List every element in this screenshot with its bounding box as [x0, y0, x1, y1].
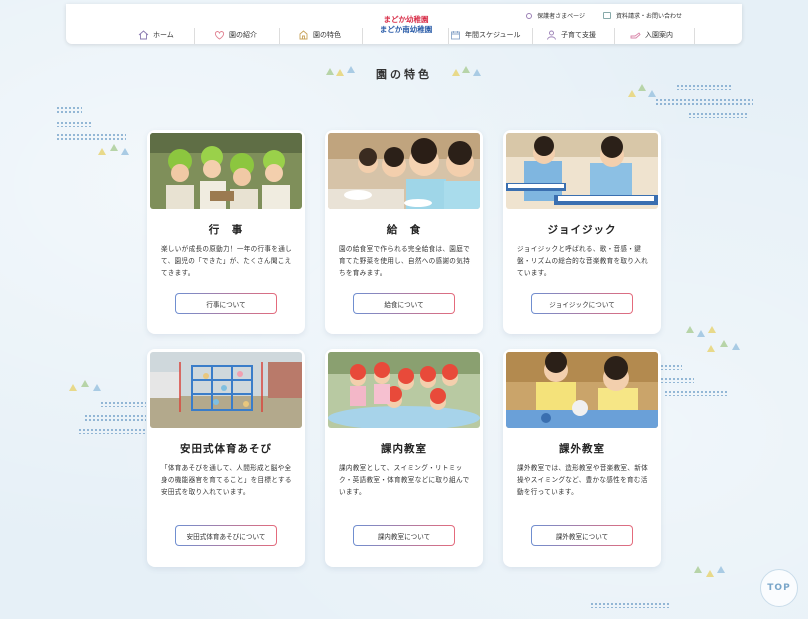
after-class-more-button[interactable]: 課外教室について — [531, 525, 633, 546]
decor-triangle — [717, 566, 725, 573]
decor-triangle — [706, 570, 714, 577]
nav-item-home[interactable]: ホーム — [130, 26, 182, 44]
decor-dots — [56, 106, 82, 113]
nav-label: 年間スケジュール — [465, 31, 521, 39]
card-description: 楽しいが成長の原動力！一年の行事を通して、園児の「できた」が、たくさん聞こえてき… — [161, 245, 292, 277]
card-description: 課外教室では、造形教室や音楽教室、新体操やスイミングなど、豊かな感性を育む活動を… — [517, 464, 648, 496]
decor-triangle — [110, 144, 118, 151]
decor-triangle — [697, 330, 705, 337]
card-title: 課外教室 — [559, 443, 605, 455]
in-class-more-button[interactable]: 課内教室について — [353, 525, 455, 546]
in-class-photo — [328, 352, 480, 428]
user-icon — [526, 12, 533, 19]
decor-triangle — [732, 343, 740, 350]
nav-item-about[interactable]: 園の紹介 — [206, 26, 265, 44]
decor-dots — [660, 364, 682, 370]
site-header: 保護者さまページ 資料請求・お問い合わせ まどか幼稚園 まどか南幼稚園 ホーム … — [66, 4, 742, 44]
decor-triangle — [707, 345, 715, 352]
joyjic-photo — [506, 133, 658, 209]
decor-triangle — [648, 90, 656, 97]
feature-card-joyjic: ジョイジック ジョイジックと呼ばれる、歌・音感・鍵盤・リズムの総合的な音楽教育を… — [503, 130, 661, 334]
home-icon — [138, 30, 149, 40]
hand-icon — [630, 32, 641, 39]
decor-triangle — [93, 384, 101, 391]
decor-dots — [655, 98, 753, 105]
nav-divider — [194, 28, 195, 44]
joyjic-more-button[interactable]: ジョイジックについて — [531, 293, 633, 314]
decor-triangle — [686, 326, 694, 333]
people-icon — [547, 30, 556, 40]
logo-line-1: まどか幼稚園 — [383, 15, 429, 24]
decor-triangle — [69, 384, 77, 391]
decor-dots — [676, 84, 732, 90]
contact-link[interactable]: 資料請求・お問い合わせ — [602, 11, 682, 20]
card-description: 園の給食室で作られる完全給食は、園庭で育てた野菜を使用し、自然への感謝の気持ちを… — [339, 245, 470, 277]
nav-label: 入園案内 — [645, 31, 673, 39]
decor-dots — [78, 428, 146, 434]
events-photo — [150, 133, 302, 209]
decor-dots — [688, 112, 748, 118]
decor-dots — [590, 602, 670, 608]
lunch-more-button[interactable]: 給食について — [353, 293, 455, 314]
nav-label: ホーム — [153, 31, 174, 39]
main-nav: ホーム 園の紹介 園の特色 年間スケジュール 子育て支援 入園案内 — [66, 26, 742, 44]
nav-divider — [694, 28, 695, 44]
nav-label: 子育て支援 — [561, 31, 596, 39]
decor-triangle — [98, 148, 106, 155]
yasuda-photo — [150, 352, 302, 428]
decor-dots — [84, 414, 146, 421]
decor-triangle — [638, 84, 646, 91]
card-title: ジョイジック — [547, 224, 617, 236]
card-description: 課内教室として、スイミング・リトミック・英語教室・体育教室などに取り組んでいます… — [339, 464, 470, 496]
lunch-photo — [328, 133, 480, 209]
decor-triangle — [121, 148, 129, 155]
events-more-button[interactable]: 行事について — [175, 293, 277, 314]
decor-dots — [660, 377, 694, 383]
feature-card-in-class: 課内教室 課内教室として、スイミング・リトミック・英語教室・体育教室などに取り組… — [325, 349, 483, 567]
decor-dots — [56, 121, 92, 127]
nav-label: 園の紹介 — [229, 31, 257, 39]
feature-card-after-class: 課外教室 課外教室では、造形教室や音楽教室、新体操やスイミングなど、豊かな感性を… — [503, 349, 661, 567]
decor-triangle — [708, 326, 716, 333]
decor-dots — [664, 390, 728, 396]
calendar-icon — [451, 31, 460, 40]
decor-dots — [56, 133, 126, 140]
decor-triangle — [81, 380, 89, 387]
nav-divider — [614, 28, 615, 44]
decor-triangle — [694, 566, 702, 573]
back-to-top-button[interactable]: TOP — [760, 569, 798, 607]
yasuda-more-button[interactable]: 安田式体育あそびについて — [175, 525, 277, 546]
nav-item-schedule[interactable]: 年間スケジュール — [442, 26, 529, 44]
after-class-photo — [506, 352, 658, 428]
card-title: 課内教室 — [381, 443, 427, 455]
mail-icon — [602, 12, 611, 19]
feature-card-events: 行 事 楽しいが成長の原動力！一年の行事を通して、園児の「できた」が、たくさん聞… — [147, 130, 305, 334]
nav-label: 園の特色 — [313, 31, 341, 39]
utility-links: 保護者さまページ 資料請求・お問い合わせ — [526, 11, 682, 20]
card-title: 安田式体育あそび — [180, 443, 272, 455]
nav-item-features[interactable]: 園の特色 — [290, 26, 349, 44]
nav-item-admission[interactable]: 入園案内 — [622, 26, 681, 44]
decor-triangle — [628, 90, 636, 97]
feature-card-yasuda: 安田式体育あそび 「体育あそびを通して、人間形成と脳や全身の機能器官を育てること… — [147, 349, 305, 567]
contact-label: 資料請求・お問い合わせ — [615, 13, 682, 20]
decor-triangle — [720, 340, 728, 347]
heart-icon — [214, 31, 225, 40]
guardian-page-link[interactable]: 保護者さまページ — [526, 11, 585, 20]
nav-divider — [279, 28, 280, 44]
nav-divider — [532, 28, 533, 44]
card-description: 「体育あそびを通して、人間形成と脳や全身の機能器官を育てること」を目標とする安田… — [161, 464, 292, 496]
nav-item-parenting[interactable]: 子育て支援 — [538, 26, 604, 44]
card-title: 行 事 — [208, 224, 244, 236]
guardian-page-label: 保護者さまページ — [537, 13, 585, 20]
decor-dots — [100, 401, 146, 407]
card-description: ジョイジックと呼ばれる、歌・音感・鍵盤・リズムの総合的な音楽教育を取り入れていま… — [517, 245, 648, 277]
card-title: 給 食 — [386, 224, 422, 236]
feature-card-lunch: 給 食 園の給食室で作られる完全給食は、園庭で育てた野菜を使用し、自然への感謝の… — [325, 130, 483, 334]
section-title: 園の特色 — [376, 68, 432, 81]
nav-divider — [362, 28, 363, 44]
building-icon — [299, 30, 308, 40]
